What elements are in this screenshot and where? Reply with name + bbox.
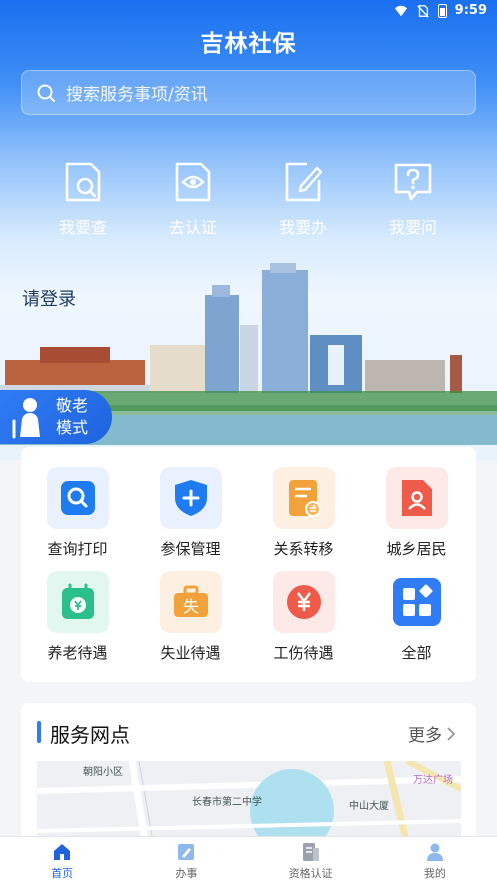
service-tile — [46, 571, 109, 633]
question-bubble-icon — [394, 163, 432, 201]
app-title: 吉林社保 — [200, 31, 297, 57]
more-link[interactable]: 更多 — [408, 721, 456, 746]
service-label: 失业待遇 — [160, 644, 221, 662]
transfer-document-icon — [288, 480, 321, 517]
tab-qualification[interactable]: 资格认证 — [249, 837, 373, 885]
tab-label: 办事 — [175, 866, 198, 880]
service-label: 关系转移 — [273, 540, 334, 558]
map-poi: 中山大厦 — [349, 801, 389, 812]
service-injury-benefits[interactable]: 工伤待遇 — [247, 571, 360, 663]
home-icon — [54, 843, 71, 860]
service-label: 全部 — [401, 644, 432, 662]
svg-text:失: 失 — [182, 597, 198, 616]
elder-mode-button[interactable]: 敬老模式 — [0, 390, 112, 444]
quick-action-ask[interactable]: 我要问 — [358, 160, 468, 238]
service-tile — [385, 571, 448, 633]
service-all[interactable]: 全部 — [360, 571, 473, 663]
service-label: 养老待遇 — [47, 644, 108, 662]
wifi-icon — [394, 5, 407, 16]
map-poi: 朝阳小区 — [83, 767, 123, 778]
service-tile — [272, 571, 335, 633]
search-placeholder: 搜索服务事项/资讯 — [66, 85, 208, 105]
shield-plus-icon — [174, 480, 207, 516]
service-label: 查询打印 — [47, 540, 108, 558]
search-input[interactable]: 搜索服务事项/资讯 — [21, 70, 476, 115]
quick-actions: 我要查 去认证 我要办 我要问 — [0, 160, 497, 238]
service-label: 城乡居民 — [386, 540, 447, 558]
service-tile: 失 — [159, 571, 222, 633]
search-icon — [60, 481, 95, 515]
quick-action-label: 去认证 — [168, 218, 217, 237]
status-time: 9:59 — [454, 3, 487, 18]
service-urban-rural-residents[interactable]: 城乡居民 — [360, 467, 473, 559]
services-row: 养老待遇 失 失业待遇 工伤待遇 全部 — [21, 571, 476, 663]
map-poi: 万达广场 — [413, 775, 453, 786]
elderly-person-icon — [12, 398, 40, 439]
calendar-yuan-icon — [61, 583, 94, 619]
service-insurance-management[interactable]: 参保管理 — [134, 467, 247, 559]
tab-profile[interactable]: 我的 — [373, 837, 497, 885]
yuan-circle-icon — [286, 585, 321, 619]
service-tile — [46, 467, 109, 529]
edit-icon — [178, 843, 195, 860]
tab-label: 首页 — [51, 866, 74, 880]
id-card-icon — [302, 842, 319, 861]
section-accent-bar — [37, 721, 41, 743]
grid-icon — [392, 578, 441, 626]
quick-action-handle[interactable]: 我要办 — [248, 160, 358, 238]
search-document-icon — [65, 162, 101, 202]
search-icon — [37, 84, 55, 102]
tab-home[interactable]: 首页 — [0, 837, 124, 885]
service-pension-benefits[interactable]: 养老待遇 — [21, 571, 134, 663]
person-document-icon — [401, 480, 432, 516]
bottom-tab-bar: 首页 办事 资格认证 我的 — [0, 836, 497, 885]
service-tile — [272, 467, 335, 529]
eye-document-icon — [175, 162, 211, 202]
tab-services[interactable]: 办事 — [124, 837, 248, 885]
user-icon — [426, 843, 443, 861]
quick-action-verify[interactable]: 去认证 — [138, 160, 248, 238]
status-bar: 9:59 — [0, 0, 497, 22]
no-sim-icon — [416, 4, 429, 18]
service-relation-transfer[interactable]: 关系转移 — [247, 467, 360, 559]
service-network-card: 服务网点 更多 朝阳小区 长春市第二中学 万达广场 中山大厦 — [21, 703, 476, 853]
chevron-right-icon — [447, 726, 456, 741]
service-label: 工伤待遇 — [273, 644, 334, 662]
quick-action-query[interactable]: 我要查 — [28, 160, 138, 238]
service-label: 参保管理 — [160, 540, 221, 558]
section-title: 服务网点 — [50, 723, 130, 747]
tab-label: 资格认证 — [288, 866, 333, 880]
elder-mode-label: 敬老模式 — [56, 396, 89, 437]
edit-document-icon — [285, 162, 323, 202]
battery-icon — [437, 3, 447, 18]
quick-action-label: 我要查 — [58, 218, 107, 237]
quick-action-label: 我要问 — [388, 218, 437, 237]
service-tile — [159, 467, 222, 529]
tab-label: 我的 — [423, 866, 446, 880]
quick-action-label: 我要办 — [278, 218, 327, 237]
map-poi: 长春市第二中学 — [192, 797, 262, 808]
service-tile — [385, 467, 448, 529]
service-query-print[interactable]: 查询打印 — [21, 467, 134, 559]
briefcase-icon: 失 — [173, 585, 208, 617]
more-label: 更多 — [408, 726, 442, 746]
services-row: 查询打印 参保管理 关系转移 城乡居民 — [21, 467, 476, 559]
services-card: 查询打印 参保管理 关系转移 城乡居民 养老待遇 失 失业待遇 工伤待遇 全部 — [21, 447, 476, 682]
service-unemployment-benefits[interactable]: 失 失业待遇 — [134, 571, 247, 663]
